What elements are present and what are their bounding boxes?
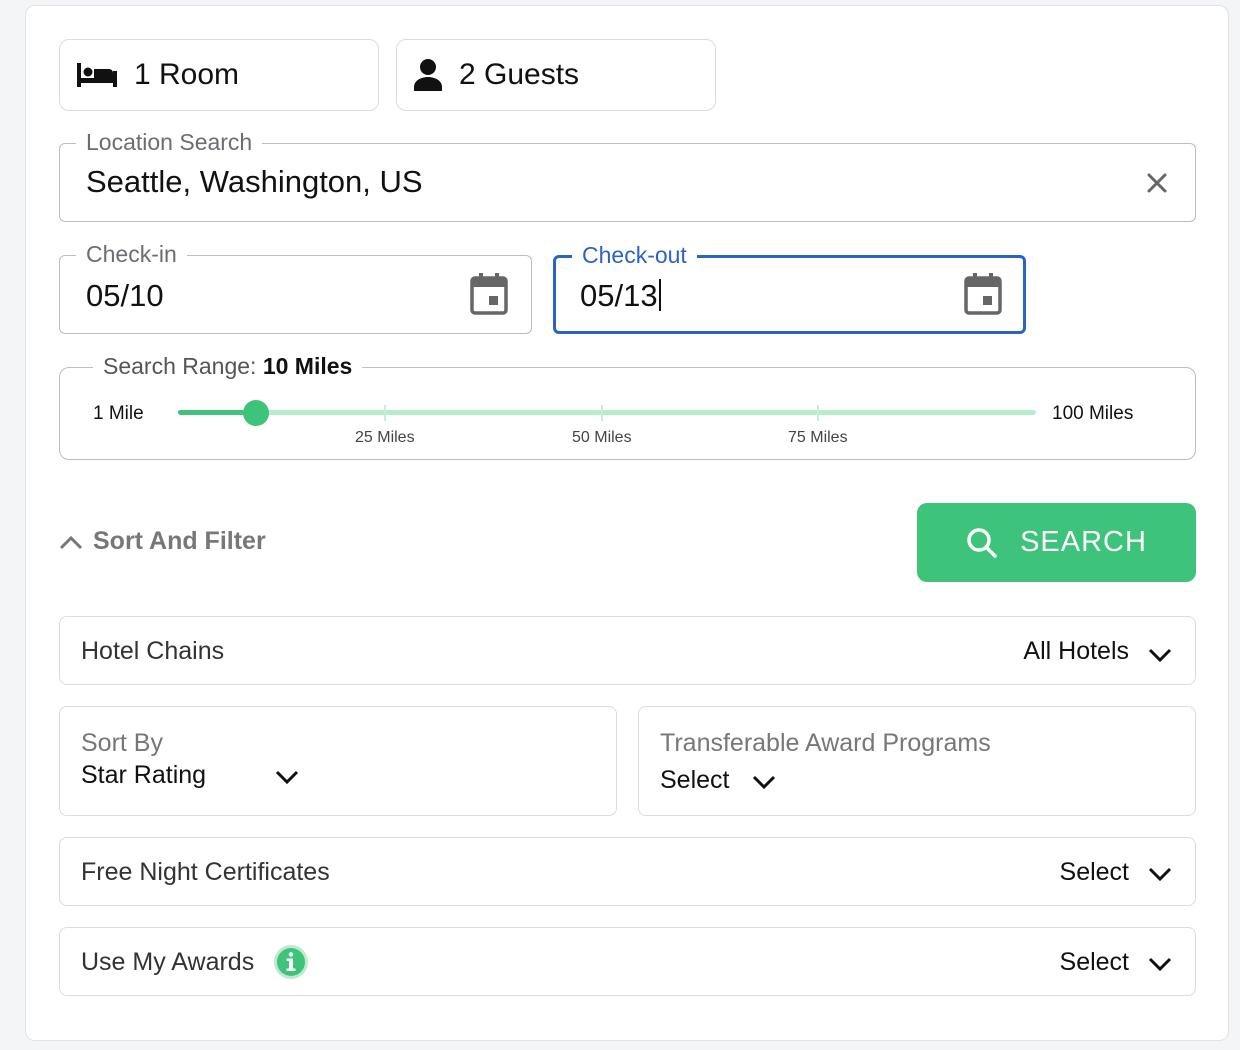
chevron-down-icon — [275, 770, 299, 785]
chevron-down-icon — [1148, 957, 1172, 972]
search-button-label: SEARCH — [1020, 526, 1147, 558]
award-programs-select[interactable]: Transferable Award Programs Select — [638, 706, 1196, 816]
rooms-selector[interactable]: 1 Room — [59, 39, 379, 111]
location-search-field[interactable]: Location Search Seattle, Washington, US — [59, 128, 1196, 222]
sort-filter-label: Sort And Filter — [93, 527, 266, 555]
sort-by-label: Sort By — [81, 729, 163, 757]
checkin-legend: Check-in — [76, 240, 187, 268]
calendar-icon[interactable] — [470, 273, 508, 315]
range-tick — [601, 405, 603, 421]
range-slider-thumb[interactable] — [243, 400, 269, 426]
hotel-chains-label: Hotel Chains — [81, 637, 225, 665]
range-min-label: 1 Mile — [93, 403, 144, 424]
rooms-label: 1 Room — [134, 58, 240, 91]
search-icon — [967, 527, 997, 558]
range-tick — [817, 405, 819, 421]
award-programs-value: Select — [660, 766, 730, 794]
search-card: 1 Room 2 Guests Location Search Seattle,… — [25, 5, 1229, 1041]
checkin-input[interactable]: 05/10 — [86, 278, 164, 314]
search-range-value: 10 Miles — [262, 353, 353, 379]
location-search-input[interactable]: Seattle, Washington, US — [86, 164, 423, 200]
search-range-field: Search Range: 10 Miles 1 Mile 100 Miles … — [59, 352, 1196, 460]
chevron-down-icon — [1148, 648, 1172, 663]
calendar-icon[interactable] — [964, 273, 1002, 315]
hotel-chains-select[interactable]: Hotel Chains All Hotels — [59, 616, 1196, 685]
checkout-input[interactable]: 05/13 — [580, 278, 661, 314]
chevron-down-icon — [1148, 867, 1172, 882]
guests-selector[interactable]: 2 Guests — [396, 39, 716, 111]
text-cursor — [658, 279, 661, 311]
use-awards-value: Select — [1059, 948, 1129, 976]
free-night-value: Select — [1059, 858, 1129, 886]
search-range-legend: Search Range: 10 Miles — [93, 352, 363, 380]
range-track[interactable] — [178, 410, 1036, 415]
checkout-field[interactable]: Check-out 05/13 — [553, 241, 1026, 334]
location-search-legend: Location Search — [76, 128, 263, 156]
use-awards-select[interactable]: Use My Awards Select — [59, 927, 1196, 996]
checkin-field[interactable]: Check-in 05/10 — [59, 240, 532, 334]
clear-icon[interactable] — [1146, 172, 1168, 194]
sort-by-select[interactable]: Sort By Star Rating — [59, 706, 617, 816]
range-tick-label: 25 Miles — [355, 429, 415, 446]
range-max-label: 100 Miles — [1052, 403, 1134, 424]
free-night-select[interactable]: Free Night Certificates Select — [59, 837, 1196, 906]
use-awards-label: Use My Awards — [81, 948, 255, 976]
person-icon — [414, 59, 442, 91]
hotel-chains-value: All Hotels — [1023, 637, 1129, 665]
free-night-label: Free Night Certificates — [81, 858, 330, 886]
range-tick — [384, 405, 386, 421]
bed-icon — [77, 63, 117, 87]
range-tick-label: 75 Miles — [788, 429, 848, 446]
search-button[interactable]: SEARCH — [917, 503, 1196, 582]
chevron-down-icon — [752, 775, 776, 790]
chevron-up-icon — [59, 535, 83, 549]
award-programs-label: Transferable Award Programs — [660, 729, 991, 757]
sort-filter-toggle[interactable]: Sort And Filter — [59, 527, 266, 556]
guests-label: 2 Guests — [459, 58, 580, 91]
range-tick-label: 50 Miles — [572, 429, 632, 446]
sort-by-value: Star Rating — [81, 761, 207, 789]
checkout-legend: Check-out — [572, 241, 697, 269]
info-icon[interactable] — [273, 944, 309, 980]
